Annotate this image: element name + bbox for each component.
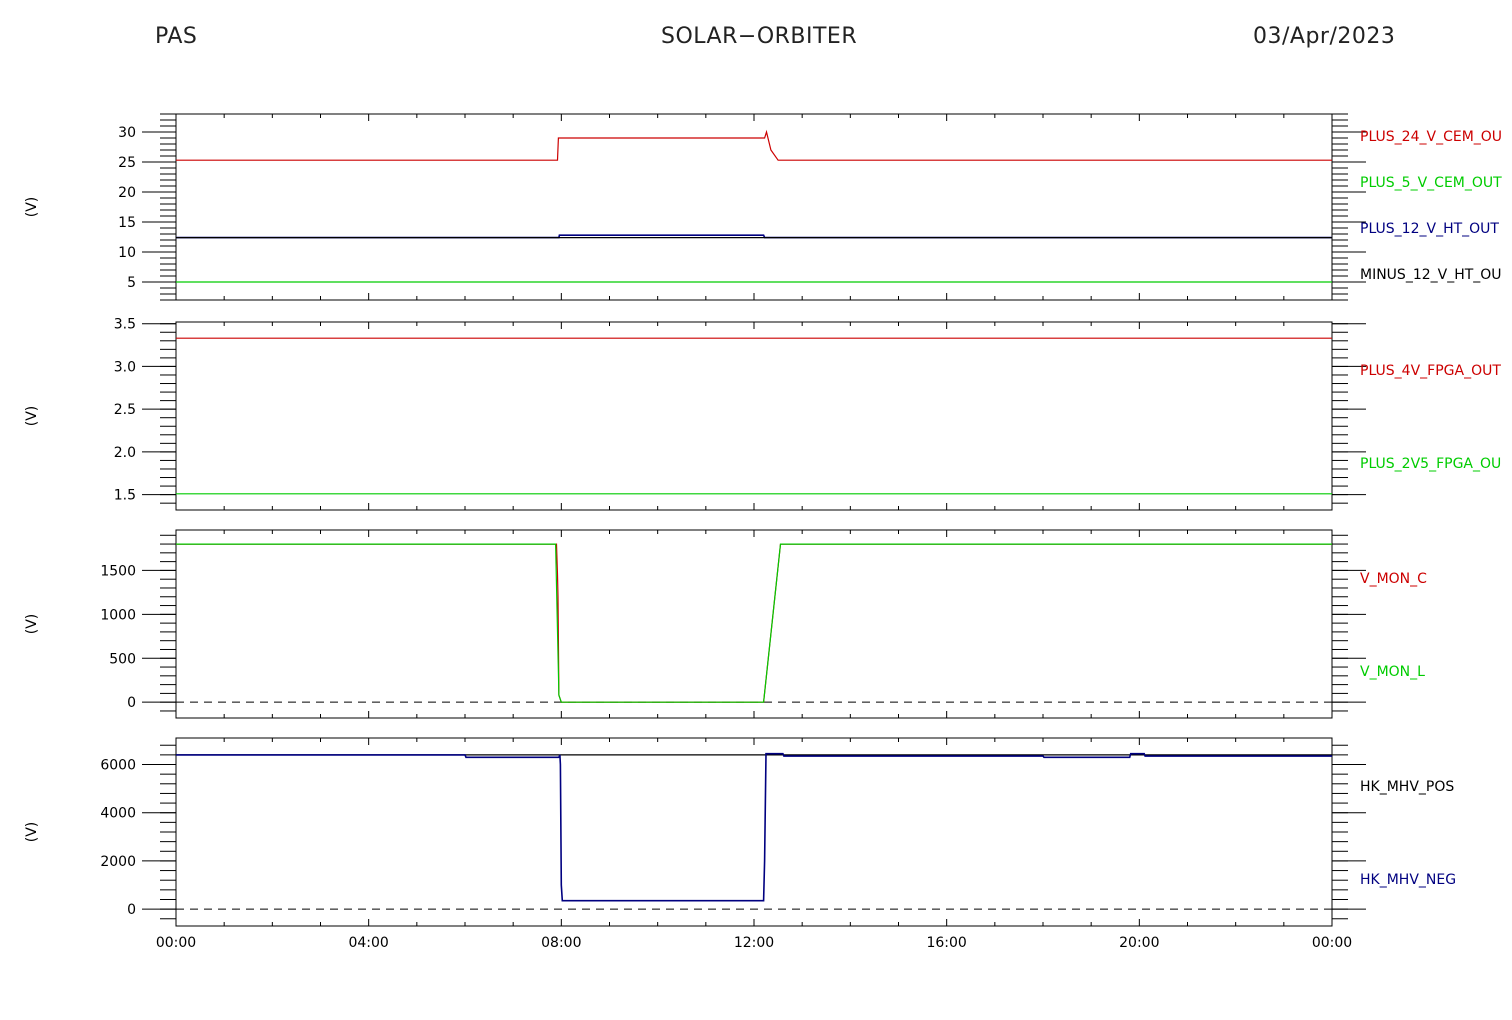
legend-label-plus-2v5-fpga-ou: PLUS_2V5_FPGA_OU bbox=[1360, 456, 1501, 472]
y-axis-label: (V) bbox=[24, 406, 40, 427]
panel-frame bbox=[175, 529, 1333, 719]
y-tick-label: 1000 bbox=[100, 607, 136, 623]
legend-label-plus-12-v-ht-out: PLUS_12_V_HT_OUT bbox=[1360, 221, 1499, 237]
y-tick-label: 0 bbox=[127, 695, 136, 711]
y-tick-label: 10 bbox=[118, 245, 136, 261]
y-tick-label: 25 bbox=[118, 155, 136, 171]
legend-label-v-mon-l: V_MON_L bbox=[1360, 664, 1425, 680]
y-tick-label: 500 bbox=[109, 651, 136, 667]
y-tick-label: 20 bbox=[118, 185, 136, 201]
legend-label-plus-4v-fpga-out: PLUS_4V_FPGA_OUT bbox=[1360, 363, 1501, 379]
series-line-v-mon-l bbox=[176, 543, 1332, 703]
panel-frame bbox=[175, 113, 1333, 301]
legend-label-minus-12-v-ht-ou: MINUS_12_V_HT_OU bbox=[1360, 267, 1502, 283]
legend-label-v-mon-c: V_MON_C bbox=[1360, 571, 1427, 587]
y-axis-label: (V) bbox=[24, 614, 40, 635]
x-tick-label: 08:00 bbox=[541, 935, 581, 951]
series-line-v-mon-c bbox=[176, 543, 1332, 703]
y-tick-label: 1500 bbox=[100, 563, 136, 579]
x-tick-label: 00:00 bbox=[1312, 935, 1352, 951]
series-line-plus-24-v-cem-ou bbox=[176, 129, 1332, 161]
series-line-hk-mhv-neg bbox=[176, 752, 1332, 902]
y-tick-label: 3.0 bbox=[114, 359, 136, 375]
y-axis-label: (V) bbox=[24, 197, 40, 218]
y-tick-label: 1.5 bbox=[114, 488, 136, 504]
legend-label-hk-mhv-pos: HK_MHV_POS bbox=[1360, 779, 1454, 795]
y-tick-label: 15 bbox=[118, 215, 136, 231]
y-tick-label: 4000 bbox=[100, 806, 136, 822]
y-axis-label: (V) bbox=[24, 822, 40, 843]
y-tick-label: 2000 bbox=[100, 854, 136, 870]
y-tick-label: 5 bbox=[127, 275, 136, 291]
panel-frame bbox=[175, 737, 1333, 927]
x-tick-label: 04:00 bbox=[348, 935, 388, 951]
x-tick-label: 16:00 bbox=[926, 935, 966, 951]
x-tick-label: 00:00 bbox=[156, 935, 196, 951]
y-tick-label: 6000 bbox=[100, 758, 136, 774]
housekeeping-chart: 5 10 15 20 25 30 (V) PLUS_24_V_CEM_OU PLUS_5_V_C… bbox=[24, 113, 1502, 951]
x-tick-label: 20:00 bbox=[1119, 935, 1159, 951]
x-tick-label: 12:00 bbox=[734, 935, 774, 951]
y-tick-label: 30 bbox=[118, 125, 136, 141]
y-tick-label: 3.5 bbox=[114, 317, 136, 333]
panel-frame bbox=[175, 321, 1333, 511]
y-tick-label: 0 bbox=[127, 902, 136, 918]
legend-label-hk-mhv-neg: HK_MHV_NEG bbox=[1360, 872, 1456, 888]
legend-label-plus-24-v-cem-ou: PLUS_24_V_CEM_OU bbox=[1360, 129, 1502, 145]
y-tick-label: 2.5 bbox=[114, 402, 136, 418]
legend-label-plus-5-v-cem-out: PLUS_5_V_CEM_OUT bbox=[1360, 175, 1502, 191]
y-tick-label: 2.0 bbox=[114, 445, 136, 461]
